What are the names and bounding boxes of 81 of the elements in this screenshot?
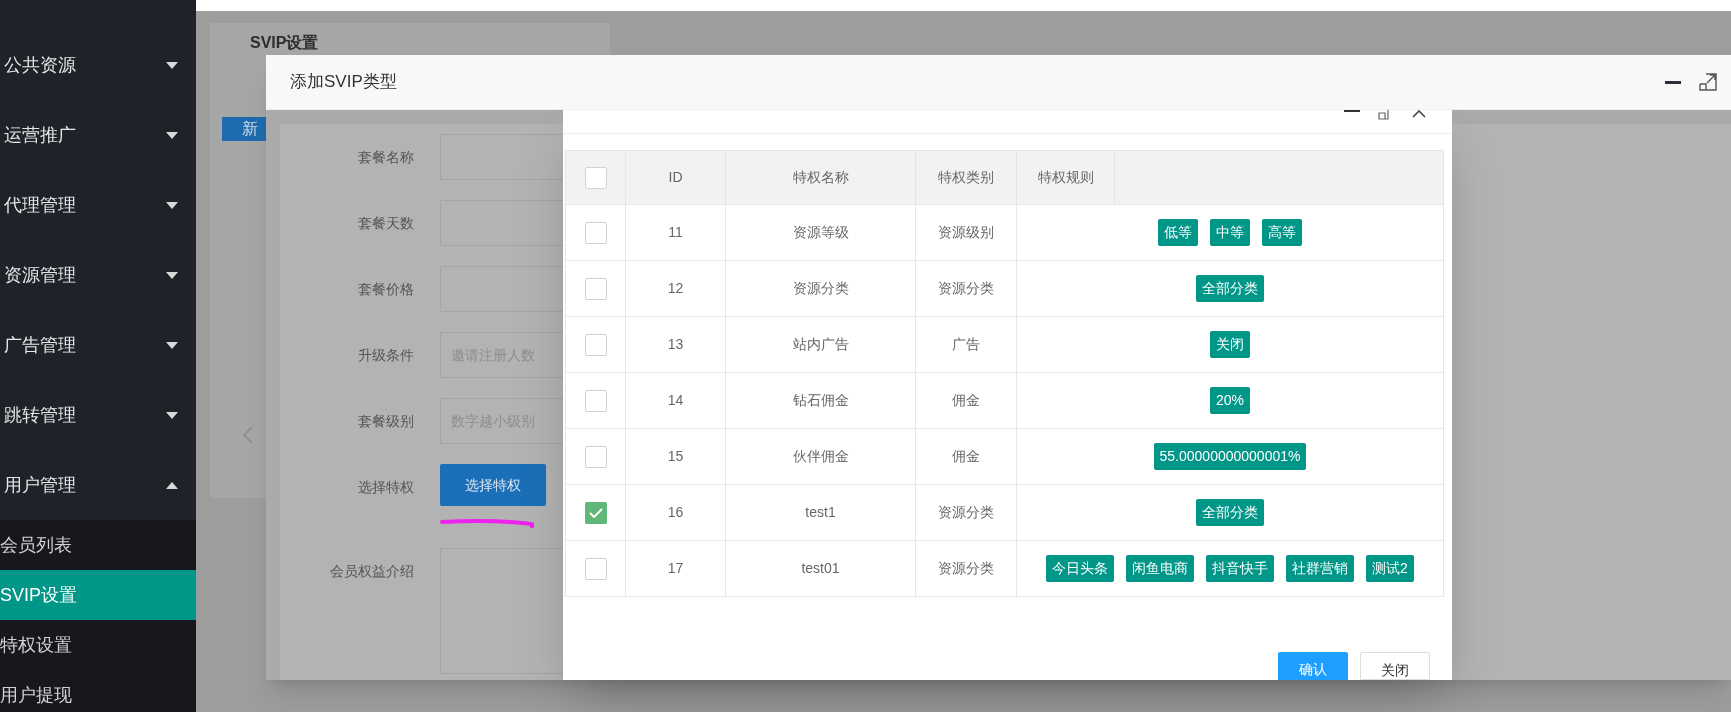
table-cell-text: 15: [667, 447, 684, 466]
checkbox[interactable]: [584, 166, 607, 189]
rule-tag: 关闭: [1210, 331, 1250, 358]
rule-tag: 闲鱼电商: [1126, 555, 1195, 582]
rule-tag: 全部分类: [1196, 275, 1264, 302]
table-cell-text: 16: [667, 503, 684, 522]
page-tab[interactable]: SVIP设置: [222, 23, 610, 55]
table-cell-text: 资源分类: [792, 279, 849, 298]
checkbox[interactable]: [584, 389, 607, 412]
checkbox[interactable]: [584, 277, 607, 300]
sidebar-item[interactable]: 用户管理: [0, 450, 196, 520]
rule-tag: 抖音快手: [1206, 555, 1275, 582]
table-cell-text: 资源分类: [938, 279, 994, 298]
checkbox[interactable]: [584, 333, 607, 356]
submenu-item[interactable]: SVIP设置: [0, 570, 196, 620]
rule-tag: 中等: [1210, 219, 1250, 246]
form-label: 会员权益介绍: [329, 562, 415, 581]
table-row[interactable]: 17 test01 资源分类 今日头条 闲鱼电商 抖音快手 社群营销 测试2: [565, 541, 1444, 597]
table-cell-text: 伙伴佣金: [792, 447, 849, 466]
collapse-icon[interactable]: [1412, 110, 1426, 118]
table-cell-text: 钻石佣金: [792, 391, 849, 410]
column-header: 特权类别: [938, 168, 994, 187]
table-cell-text: 12: [667, 279, 684, 298]
table-cell-text: 17: [667, 559, 684, 578]
add-button[interactable]: 新: [222, 117, 266, 141]
checkbox[interactable]: [584, 445, 607, 468]
rule-tag: 55.00000000000001%: [1153, 443, 1307, 470]
close-button[interactable]: 关闭: [1360, 652, 1430, 680]
table-cell-text: 14: [667, 391, 684, 410]
checkbox[interactable]: [584, 501, 607, 524]
table-cell-text: 资源分类: [938, 503, 994, 522]
table-cell-text: test1: [805, 503, 836, 522]
table-cell-text: 资源级别: [938, 223, 994, 242]
checkbox[interactable]: [584, 557, 607, 580]
sidebar-item[interactable]: 运营推广: [0, 100, 196, 170]
rule-tag: 测试2: [1366, 555, 1414, 582]
checkbox[interactable]: [584, 221, 607, 244]
column-header: 特权名称: [792, 168, 849, 187]
check-icon: [588, 507, 603, 518]
rule-tag: 社群营销: [1286, 555, 1355, 582]
form-label: 选择特权: [357, 478, 415, 497]
table-cell-text: 资源等级: [792, 223, 849, 242]
table-cell-text: 站内广告: [792, 335, 849, 354]
form-label: 套餐级别: [357, 412, 415, 431]
maximize-icon[interactable]: [1699, 73, 1717, 91]
form-label: 套餐名称: [357, 148, 415, 167]
submenu-item[interactable]: 用户提现: [0, 670, 196, 712]
rule-tag: 高等: [1262, 219, 1302, 246]
submenu-item[interactable]: 会员列表: [0, 520, 196, 570]
sidebar-item[interactable]: 代理管理: [0, 170, 196, 240]
table-cell-text: test01: [801, 559, 840, 578]
rule-tag: 今日头条: [1046, 555, 1115, 582]
table-cell-text: 资源分类: [938, 559, 994, 578]
minimize-icon[interactable]: [1665, 80, 1681, 84]
table-cell-text: 佣金: [952, 391, 980, 410]
rule-tag: 低等: [1158, 219, 1198, 246]
table-row[interactable]: 13 站内广告 广告 关闭: [565, 317, 1444, 373]
table-row[interactable]: 12 资源分类 资源分类 全部分类: [565, 261, 1444, 317]
select-privilege-button[interactable]: 选择特权: [440, 464, 546, 506]
table-row[interactable]: 11 资源等级 资源级别 低等 中等 高等: [565, 205, 1444, 261]
column-header: ID: [668, 168, 683, 187]
table-row[interactable]: 14 钻石佣金 佣金 20%: [565, 373, 1444, 429]
form-label: 套餐价格: [357, 280, 415, 299]
rule-tag: 全部分类: [1196, 499, 1264, 526]
dialog-title: 添加SVIP类型: [290, 71, 397, 94]
sidebar-item[interactable]: 资源管理: [0, 240, 196, 310]
submenu-item[interactable]: 特权设置: [0, 620, 196, 670]
table-row[interactable]: 16 test1 资源分类 全部分类: [565, 485, 1444, 541]
table-cell-text: 佣金: [952, 447, 980, 466]
table-row[interactable]: 15 伙伴佣金 佣金 55.00000000000001%: [565, 429, 1444, 485]
chevron-left-icon[interactable]: [243, 426, 253, 444]
sidebar-item[interactable]: 公共资源: [0, 30, 196, 100]
sidebar-item[interactable]: 跳转管理: [0, 380, 196, 450]
table-cell-text: 13: [667, 335, 684, 354]
form-label: 套餐天数: [357, 214, 415, 233]
form-label: 升级条件: [357, 346, 415, 365]
table-cell-text: 11: [668, 223, 683, 242]
table-cell-text: 广告: [952, 335, 980, 354]
column-header: 特权规则: [1037, 168, 1094, 187]
sidebar-item[interactable]: 广告管理: [0, 310, 196, 380]
rule-tag: 20%: [1210, 387, 1250, 414]
